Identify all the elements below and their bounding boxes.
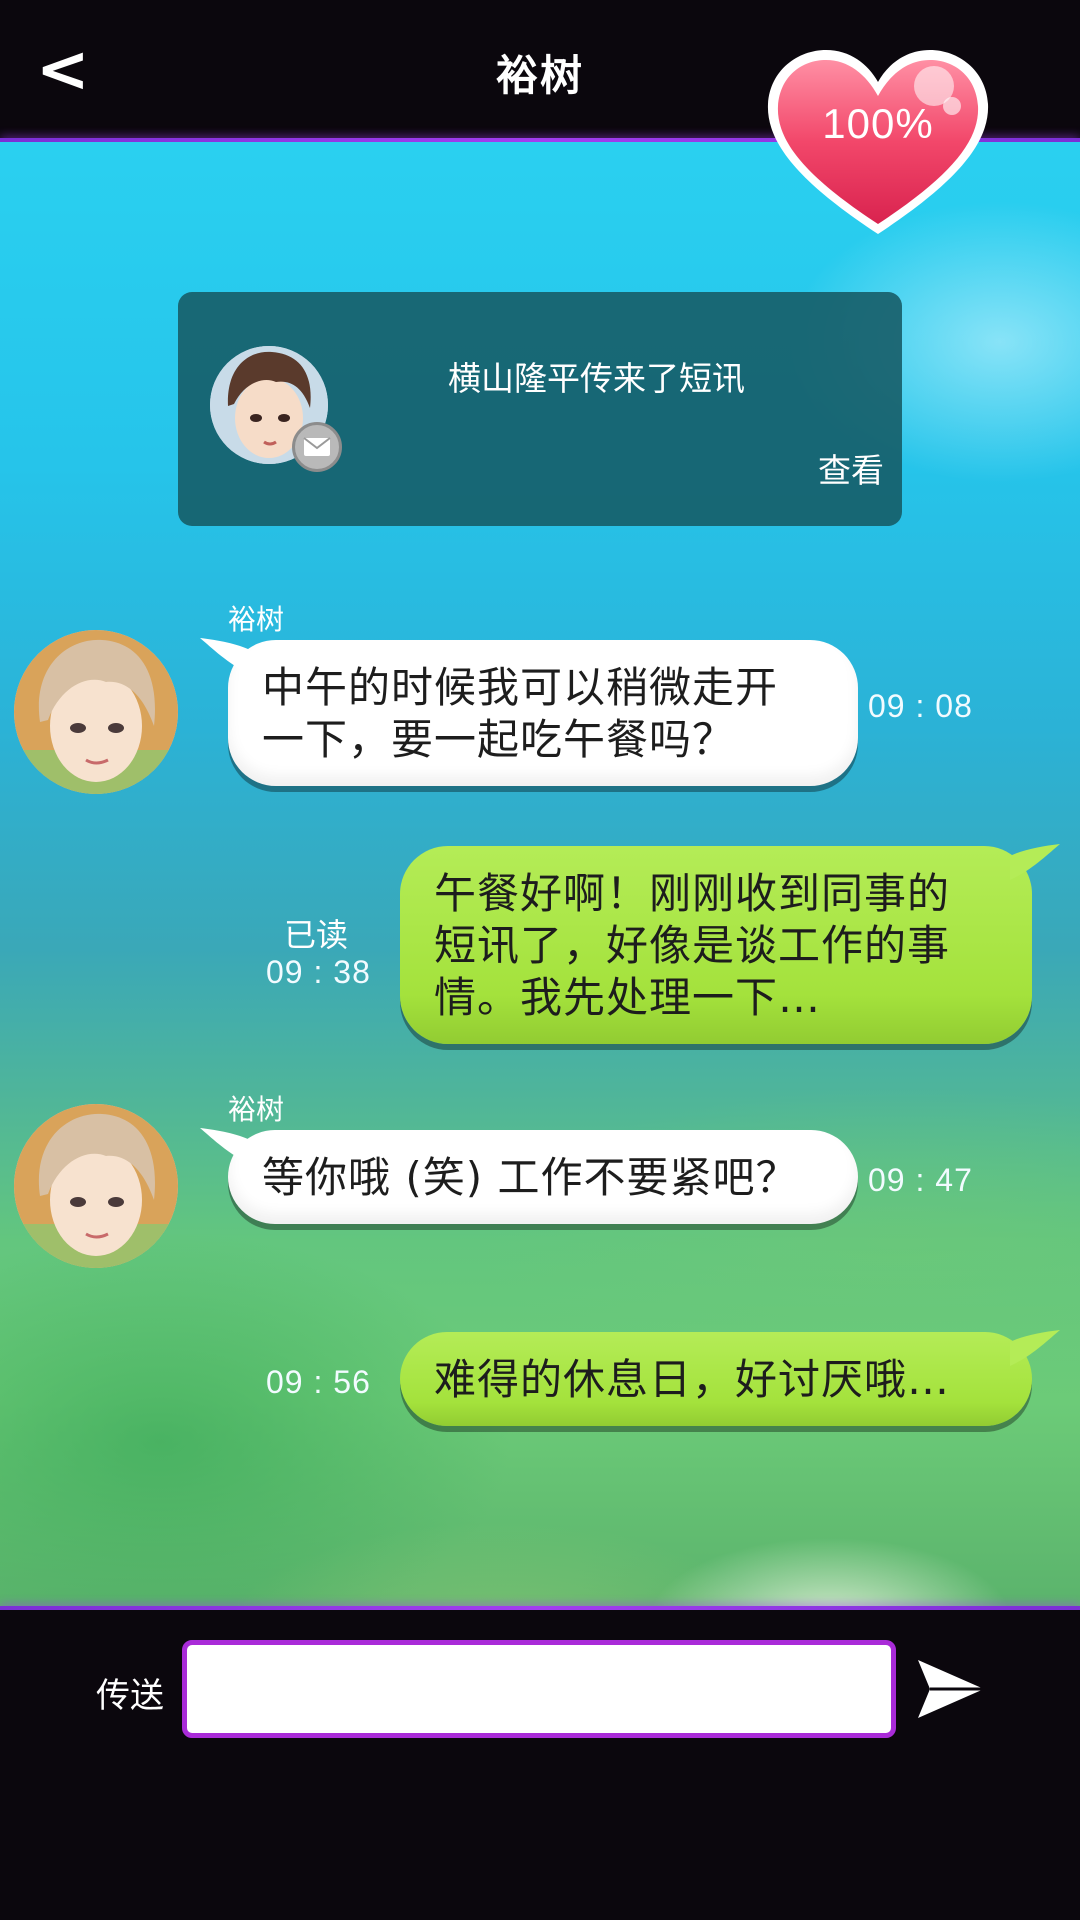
message-input[interactable] (182, 1640, 896, 1738)
message-bubble-incoming: 中午的时候我可以稍微走开 一下，要一起吃午餐吗？ (200, 638, 858, 786)
notification-text: 横山隆平传来了短讯 (448, 359, 745, 398)
send-label: 传送 (96, 1676, 164, 1716)
message-text: 中午的时候我可以稍微走开 一下，要一起吃午餐吗？ (262, 663, 779, 764)
contact-avatar[interactable] (14, 630, 178, 794)
message-text: 等你哦 (笑) 工作不要紧吧？ (262, 1153, 799, 1202)
bubble-tail (1010, 844, 1060, 880)
bubble-tail (200, 1128, 250, 1164)
message-text: 午餐好啊！刚刚收到同事的 短讯了，好像是谈工作的事 情。我先处理一下… (434, 869, 951, 1022)
message-time: 09 : 56 (266, 1364, 371, 1400)
message-text: 难得的休息日，好讨厌哦… (434, 1355, 951, 1404)
bubble-tail (200, 638, 250, 674)
view-message-link[interactable]: 查看 (818, 444, 884, 492)
message-bubble-incoming: 等你哦 (笑) 工作不要紧吧？ (200, 1128, 858, 1224)
read-status: 已读 (283, 916, 348, 954)
mail-icon (292, 422, 342, 472)
sender-name: 裕树 (228, 1093, 285, 1126)
affection-percent: 100% (822, 100, 934, 147)
message-time: 09 : 08 (868, 688, 973, 724)
message-bubble-outgoing: 难得的休息日，好讨厌哦… (400, 1330, 1060, 1426)
message-time: 09 : 47 (868, 1162, 973, 1198)
sender-name: 裕树 (228, 603, 285, 636)
sms-notification-card[interactable]: 横山隆平传来了短讯 查看 (178, 292, 902, 526)
message-bubble-outgoing: 午餐好啊！刚刚收到同事的 短讯了，好像是谈工作的事 情。我先处理一下… (400, 844, 1060, 1044)
send-arrow-icon[interactable] (916, 1656, 986, 1722)
contact-avatar[interactable] (14, 1104, 178, 1268)
bubble-tail (1010, 1330, 1060, 1366)
message-time: 09 : 38 (266, 954, 371, 990)
